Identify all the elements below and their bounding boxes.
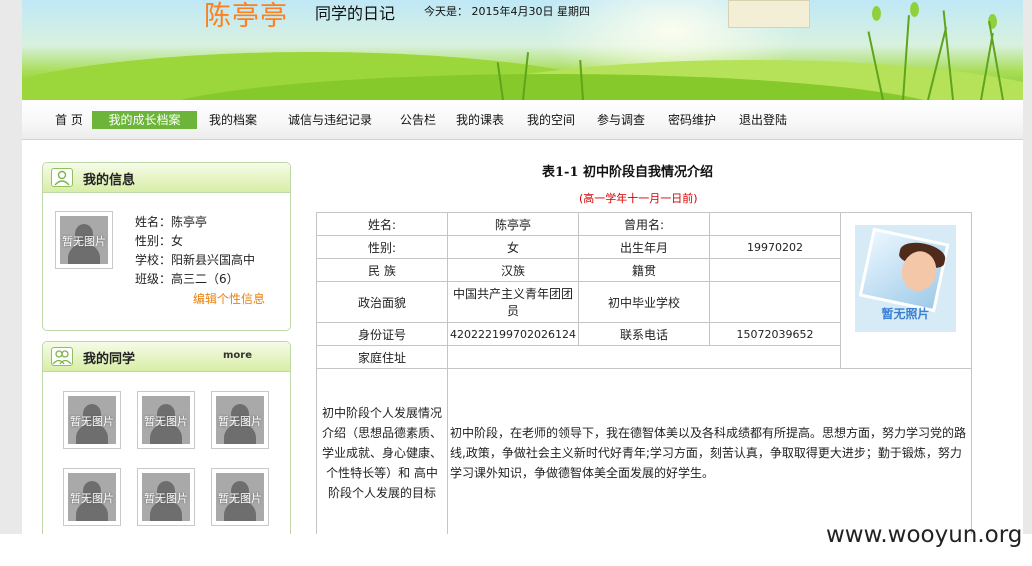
table-title: 表1-1 初中阶段自我情况介绍 bbox=[542, 165, 714, 180]
id-value: 420222199702026124 bbox=[447, 322, 579, 346]
student-name: 陈亭亭 bbox=[204, 1, 288, 32]
political-value: 中国共产主义青年团团员 bbox=[447, 281, 579, 323]
former-name-label: 曾用名: bbox=[578, 212, 710, 236]
info-name: 姓名：陈亭亭 bbox=[135, 215, 208, 229]
edit-profile-link[interactable]: 编辑个性信息 bbox=[193, 290, 265, 307]
info-school: 学校：阳新县兴国高中 bbox=[135, 253, 256, 267]
avatar-placeholder-icon: 暂无图片 bbox=[68, 473, 116, 521]
nav-survey[interactable]: 参与调查 bbox=[596, 111, 646, 129]
gender-value: 女 bbox=[447, 235, 579, 259]
student-photo-placeholder: 暂无照片 bbox=[855, 225, 956, 332]
avatar-no-image-text: 暂无图片 bbox=[144, 492, 188, 505]
avatar-placeholder-icon: 暂无图片 bbox=[60, 216, 108, 264]
middle-school-label: 初中毕业学校 bbox=[578, 281, 710, 323]
banner-balloon bbox=[872, 6, 881, 21]
my-classmates-title: 我的同学 bbox=[83, 352, 136, 367]
classmate-avatar[interactable]: 暂无图片 bbox=[211, 391, 269, 449]
info-class: 班级：高三二（6） bbox=[135, 272, 239, 286]
diary-title: 同学的日记 bbox=[315, 4, 396, 23]
id-label: 身份证号 bbox=[316, 322, 448, 346]
self-intro-table: 姓名: 陈亭亭 曾用名: 性别: 女 出生年月 19970202 民 族 汉族 … bbox=[316, 212, 972, 534]
avatar-placeholder-icon: 暂无图片 bbox=[216, 473, 264, 521]
former-name-value bbox=[709, 212, 841, 236]
nav-integrity-records[interactable]: 诚信与违纪记录 bbox=[287, 111, 373, 129]
banner-balloon bbox=[910, 2, 919, 17]
nav-password[interactable]: 密码维护 bbox=[667, 111, 717, 129]
my-avatar: 暂无图片 bbox=[55, 211, 113, 269]
table-subtitle: (高一学年十一月一日前) bbox=[579, 192, 698, 205]
name-label: 姓名: bbox=[316, 212, 448, 236]
avatar-placeholder-icon: 暂无图片 bbox=[216, 396, 264, 444]
main-nav: 首 页 我的成长档案 我的档案 诚信与违纪记录 公告栏 我的课表 我的空间 参与… bbox=[22, 100, 1023, 140]
address-value bbox=[447, 345, 841, 369]
avatar-no-image-text: 暂无图片 bbox=[218, 492, 262, 505]
origin-value bbox=[709, 258, 841, 282]
origin-label: 籍贯 bbox=[578, 258, 710, 282]
header-banner: 陈亭亭 同学的日记 今天是： 2015年4月30日 星期四 bbox=[22, 0, 1023, 100]
avatar-placeholder-icon: 暂无图片 bbox=[68, 396, 116, 444]
political-label: 政治面貌 bbox=[316, 281, 448, 323]
avatar-no-image-text: 暂无图片 bbox=[144, 415, 188, 428]
development-label: 初中阶段个人发展情况介绍（思想品德素质、学业成就、身心健康、个性特长等）和 高中… bbox=[316, 368, 448, 534]
group-icon bbox=[51, 347, 73, 366]
classmate-avatar[interactable]: 暂无图片 bbox=[137, 468, 195, 526]
photo-card bbox=[858, 227, 950, 313]
my-info-title: 我的信息 bbox=[83, 173, 136, 188]
birth-value: 19970202 bbox=[709, 235, 841, 259]
ethnicity-value: 汉族 bbox=[447, 258, 579, 282]
today-date: 今天是： 2015年4月30日 星期四 bbox=[424, 5, 590, 18]
development-value: 初中阶段，在老师的领导下，我在德智体美以及各科成绩都有所提高。思想方面，努力学习… bbox=[447, 368, 972, 534]
nav-logout[interactable]: 退出登陆 bbox=[738, 111, 788, 129]
address-label: 家庭住址 bbox=[316, 345, 448, 369]
avatar-placeholder-icon: 暂无图片 bbox=[142, 473, 190, 521]
nav-my-space[interactable]: 我的空间 bbox=[526, 111, 576, 129]
page: 陈亭亭 同学的日记 今天是： 2015年4月30日 星期四 首 页 我的成长档案… bbox=[22, 0, 1023, 534]
my-info-header: 我的信息 bbox=[43, 163, 290, 193]
user-icon bbox=[51, 168, 73, 187]
middle-school-value bbox=[709, 281, 841, 323]
nav-schedule[interactable]: 我的课表 bbox=[455, 111, 505, 129]
avatar-no-image-text: 暂无图片 bbox=[70, 492, 114, 505]
phone-label: 联系电话 bbox=[578, 322, 710, 346]
avatar-no-image-text: 暂无图片 bbox=[62, 235, 106, 248]
avatar-placeholder-icon: 暂无图片 bbox=[142, 396, 190, 444]
classmates-more-link[interactable]: more bbox=[223, 350, 252, 361]
gender-label: 性别: bbox=[316, 235, 448, 259]
phone-value: 15072039652 bbox=[709, 322, 841, 346]
banner-house bbox=[728, 0, 810, 28]
nav-bulletin[interactable]: 公告栏 bbox=[399, 111, 437, 129]
nav-my-archive[interactable]: 我的档案 bbox=[208, 111, 258, 129]
avatar-no-image-text: 暂无图片 bbox=[70, 415, 114, 428]
photo-caption: 暂无照片 bbox=[881, 307, 930, 321]
my-info-panel: 我的信息 暂无图片 姓名：陈亭亭 性别：女 学校：阳新县兴国高中 班级：高三二（… bbox=[42, 162, 291, 331]
photo-cell: 暂无照片 bbox=[840, 212, 972, 369]
avatar-no-image-text: 暂无图片 bbox=[218, 415, 262, 428]
ethnicity-label: 民 族 bbox=[316, 258, 448, 282]
birth-label: 出生年月 bbox=[578, 235, 710, 259]
nav-growth-archive[interactable]: 我的成长档案 bbox=[92, 111, 197, 129]
name-value: 陈亭亭 bbox=[447, 212, 579, 236]
nav-home[interactable]: 首 页 bbox=[52, 111, 86, 129]
classmate-avatar[interactable]: 暂无图片 bbox=[211, 468, 269, 526]
my-classmates-header: 我的同学 more bbox=[43, 342, 290, 372]
classmate-avatar[interactable]: 暂无图片 bbox=[137, 391, 195, 449]
watermark: www.wooyun.org bbox=[826, 522, 1023, 548]
classmate-avatar[interactable]: 暂无图片 bbox=[63, 468, 121, 526]
my-classmates-panel: 我的同学 more 暂无图片 暂无图片 暂无图片 暂无图片 暂无图片 暂无图片 bbox=[42, 341, 291, 534]
info-gender: 性别：女 bbox=[135, 234, 184, 248]
classmate-avatar[interactable]: 暂无图片 bbox=[63, 391, 121, 449]
